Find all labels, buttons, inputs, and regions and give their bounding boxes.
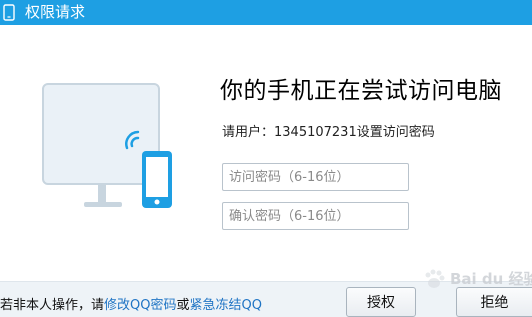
user-instruction: 请用户：1345107231设置访问密码 [222,124,435,142]
change-password-link[interactable]: 修改QQ密码 [104,298,176,313]
footer-notice: 若非本人操作，请修改QQ密码或紧急冻结QQ [0,297,262,315]
footer-or: 或 [176,298,190,313]
freeze-account-link[interactable]: 紧急冻结QQ [190,298,262,313]
phone-icon [3,4,15,21]
title-bar: 权限请求 [0,0,532,25]
headline: 你的手机正在尝试访问电脑 [220,78,502,104]
confirm-password-input[interactable] [223,203,408,229]
user-id: 1345107231 [274,125,357,140]
smartphone-icon [142,151,172,208]
password-field-wrapper [222,163,409,191]
authorize-button[interactable]: 授权 [346,287,416,317]
user-suffix: 设置访问密码 [356,125,435,140]
monitor-icon [42,83,160,207]
watermark-text: Bai du 经验 [450,270,532,288]
deny-button[interactable]: 拒绝 [456,287,532,317]
password-input[interactable] [223,164,408,190]
footer-prefix: 若非本人操作，请 [0,298,105,313]
monitor-phone-illustration [42,83,172,208]
confirm-password-field-wrapper [222,202,409,230]
window-title: 权限请求 [25,3,86,21]
user-prefix: 请用户： [222,125,275,140]
